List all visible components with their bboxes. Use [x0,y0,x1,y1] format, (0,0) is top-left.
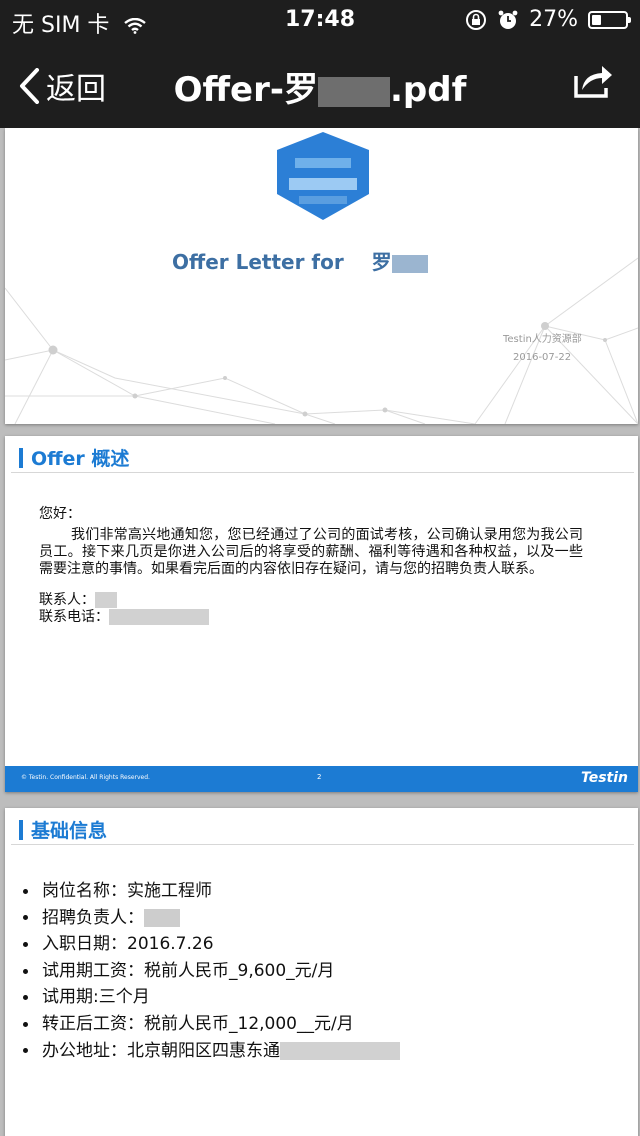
section-divider [11,472,634,473]
overview-paragraph: 我们非常高兴地通知您，您已经通过了公司的面试考核，公司确认录用您为我公司员工。接… [39,527,583,577]
redacted-value [280,1041,400,1060]
list-item: 入职日期：2016.7.26 [19,931,400,958]
bullet-icon [23,888,28,894]
pdf-page-basic-info: 基础信息 岗位名称：实施工程师 招聘负责人： 入职日期：2016.7.26 试用… [5,808,638,1136]
pdf-page-overview: Offer 概述 您好： 我们非常高兴地通知您，您已经通过了公司的面试考核，公司… [5,436,638,792]
bullet-icon [23,941,28,947]
basic-info-list: 岗位名称：实施工程师 招聘负责人： 入职日期：2016.7.26 试用期工资：税… [19,878,400,1064]
orientation-lock-icon [466,9,487,30]
list-item: 岗位名称：实施工程师 [19,878,400,905]
document-date: 2016-07-22 [513,352,572,363]
greeting: 您好： [39,506,81,522]
section-marker [19,819,23,840]
battery-percent: 27% [529,7,578,32]
section-title: Offer 概述 [19,444,129,471]
section-marker [19,447,23,468]
contact-person: 联系人： [39,592,583,609]
nav-bar: 返回 Offer-罗 .pdf [0,40,640,128]
bullet-icon [23,1048,28,1054]
overview-body: 您好： 我们非常高兴地通知您，您已经通过了公司的面试考核，公司确认录用您为我公司… [39,506,583,626]
list-item: 办公地址：北京朝阳区四惠东通 [19,1038,400,1065]
redacted-value [109,609,209,625]
section-divider [11,844,634,845]
bullet-icon [23,1021,28,1027]
page-number: 2 [317,773,322,781]
pdf-page-cover: Offer Letter for 罗 Testin人力资源部 2016-07-2… [5,128,638,424]
status-bar: 无 SIM 卡 17:48 27% [0,0,640,40]
alarm-icon [498,10,518,29]
contact-phone: 联系电话： [39,609,583,626]
pdf-viewer[interactable]: Offer Letter for 罗 Testin人力资源部 2016-07-2… [0,128,640,1136]
redacted-name [391,254,428,273]
list-item: 试用期:三个月 [19,984,400,1011]
bullet-icon [23,995,28,1001]
page-title: Offer-罗 .pdf [173,70,467,110]
redacted-value [144,908,180,927]
share-icon[interactable] [572,62,614,100]
bullet-icon [23,915,28,921]
list-item: 转正后工资：税前人民币_12,000__元/月 [19,1011,400,1038]
footer-brand-logo: Testin [580,770,628,786]
redacted-value [95,592,117,608]
company-logo-icon [277,132,369,220]
bullet-icon [23,968,28,974]
page-footer: © Testin. Confidential. All Rights Reser… [5,766,638,792]
section-title: 基础信息 [19,816,107,843]
offer-letter-heading: Offer Letter for 罗 [172,246,428,275]
list-item: 试用期工资：税前人民币_9,600_元/月 [19,958,400,985]
department-label: Testin人力资源部 [503,334,582,345]
battery-icon [588,10,631,29]
list-item: 招聘负责人： [19,905,400,932]
redacted-name [318,76,390,107]
footer-copyright: © Testin. Confidential. All Rights Reser… [21,774,150,781]
